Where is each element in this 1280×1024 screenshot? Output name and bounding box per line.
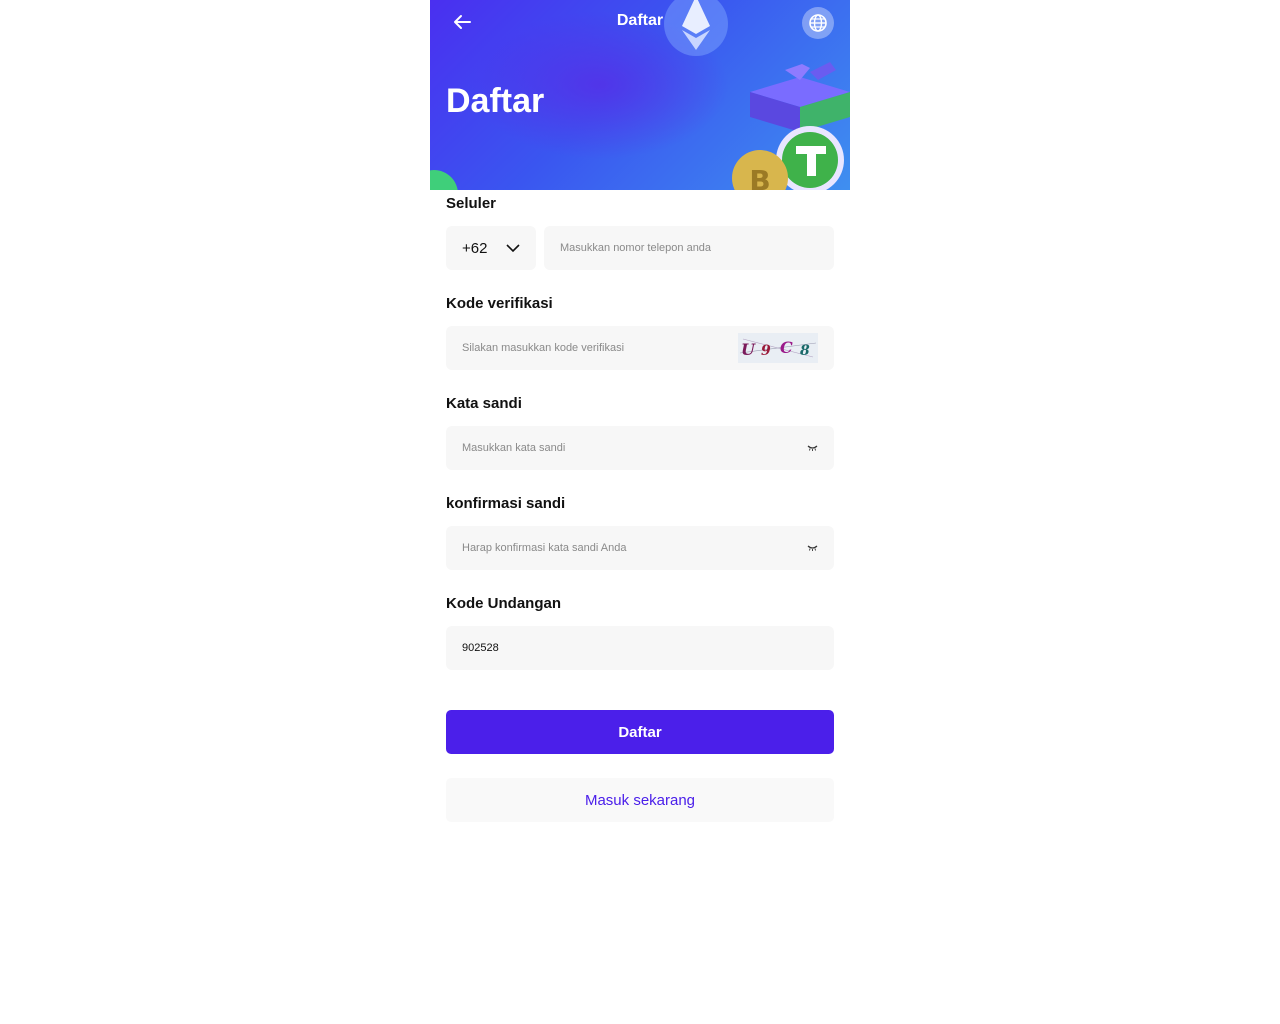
svg-text:U: U: [741, 340, 756, 359]
captcha-image[interactable]: U 9 C 8: [738, 333, 818, 363]
language-button[interactable]: [802, 7, 834, 39]
eye-closed-icon[interactable]: [807, 544, 818, 552]
svg-text:9: 9: [761, 343, 771, 359]
verification-placeholder: Silakan masukkan kode verifikasi: [462, 342, 625, 354]
invite-code-value: 902528: [462, 642, 499, 654]
register-page: B Daftar Daftar Seluler +62 Masukkan nom…: [430, 0, 850, 1024]
password-placeholder: Masukkan kata sandi: [462, 442, 566, 454]
chevron-down-icon: [506, 244, 520, 253]
phone-row: +62 Masukkan nomor telepon anda: [446, 226, 834, 270]
header-banner: B Daftar Daftar: [430, 0, 850, 190]
country-code-value: +62: [462, 239, 488, 257]
svg-text:8: 8: [800, 343, 810, 359]
verification-label: Kode verifikasi: [446, 295, 553, 312]
bitcoin-coin-icon: B: [732, 150, 788, 190]
eye-closed-icon[interactable]: [807, 444, 818, 452]
invite-code-input[interactable]: 902528: [446, 626, 834, 670]
confirm-password-input[interactable]: Harap konfirmasi kata sandi Anda: [446, 526, 834, 570]
password-input[interactable]: Masukkan kata sandi: [446, 426, 834, 470]
page-title: Daftar: [446, 82, 545, 120]
phone-label: Seluler: [446, 195, 497, 212]
ethereum-coin-icon: [664, 0, 728, 56]
register-button[interactable]: Daftar: [446, 710, 834, 754]
confirm-password-label: konfirmasi sandi: [446, 495, 566, 512]
svg-text:C: C: [780, 338, 793, 357]
svg-text:B: B: [749, 164, 770, 190]
login-now-button[interactable]: Masuk sekarang: [446, 778, 834, 822]
password-label: Kata sandi: [446, 395, 522, 412]
verification-input[interactable]: Silakan masukkan kode verifikasi U 9 C 8: [446, 326, 834, 370]
nav-title: Daftar: [616, 12, 664, 29]
country-code-select[interactable]: +62: [446, 226, 536, 270]
phone-input[interactable]: Masukkan nomor telepon anda: [544, 226, 834, 270]
register-form: Seluler +62 Masukkan nomor telepon anda …: [430, 190, 850, 822]
green-coin-icon: [430, 170, 458, 190]
confirm-password-placeholder: Harap konfirmasi kata sandi Anda: [462, 542, 627, 554]
globe-icon: [809, 14, 827, 32]
invite-code-label: Kode Undangan: [446, 595, 561, 612]
